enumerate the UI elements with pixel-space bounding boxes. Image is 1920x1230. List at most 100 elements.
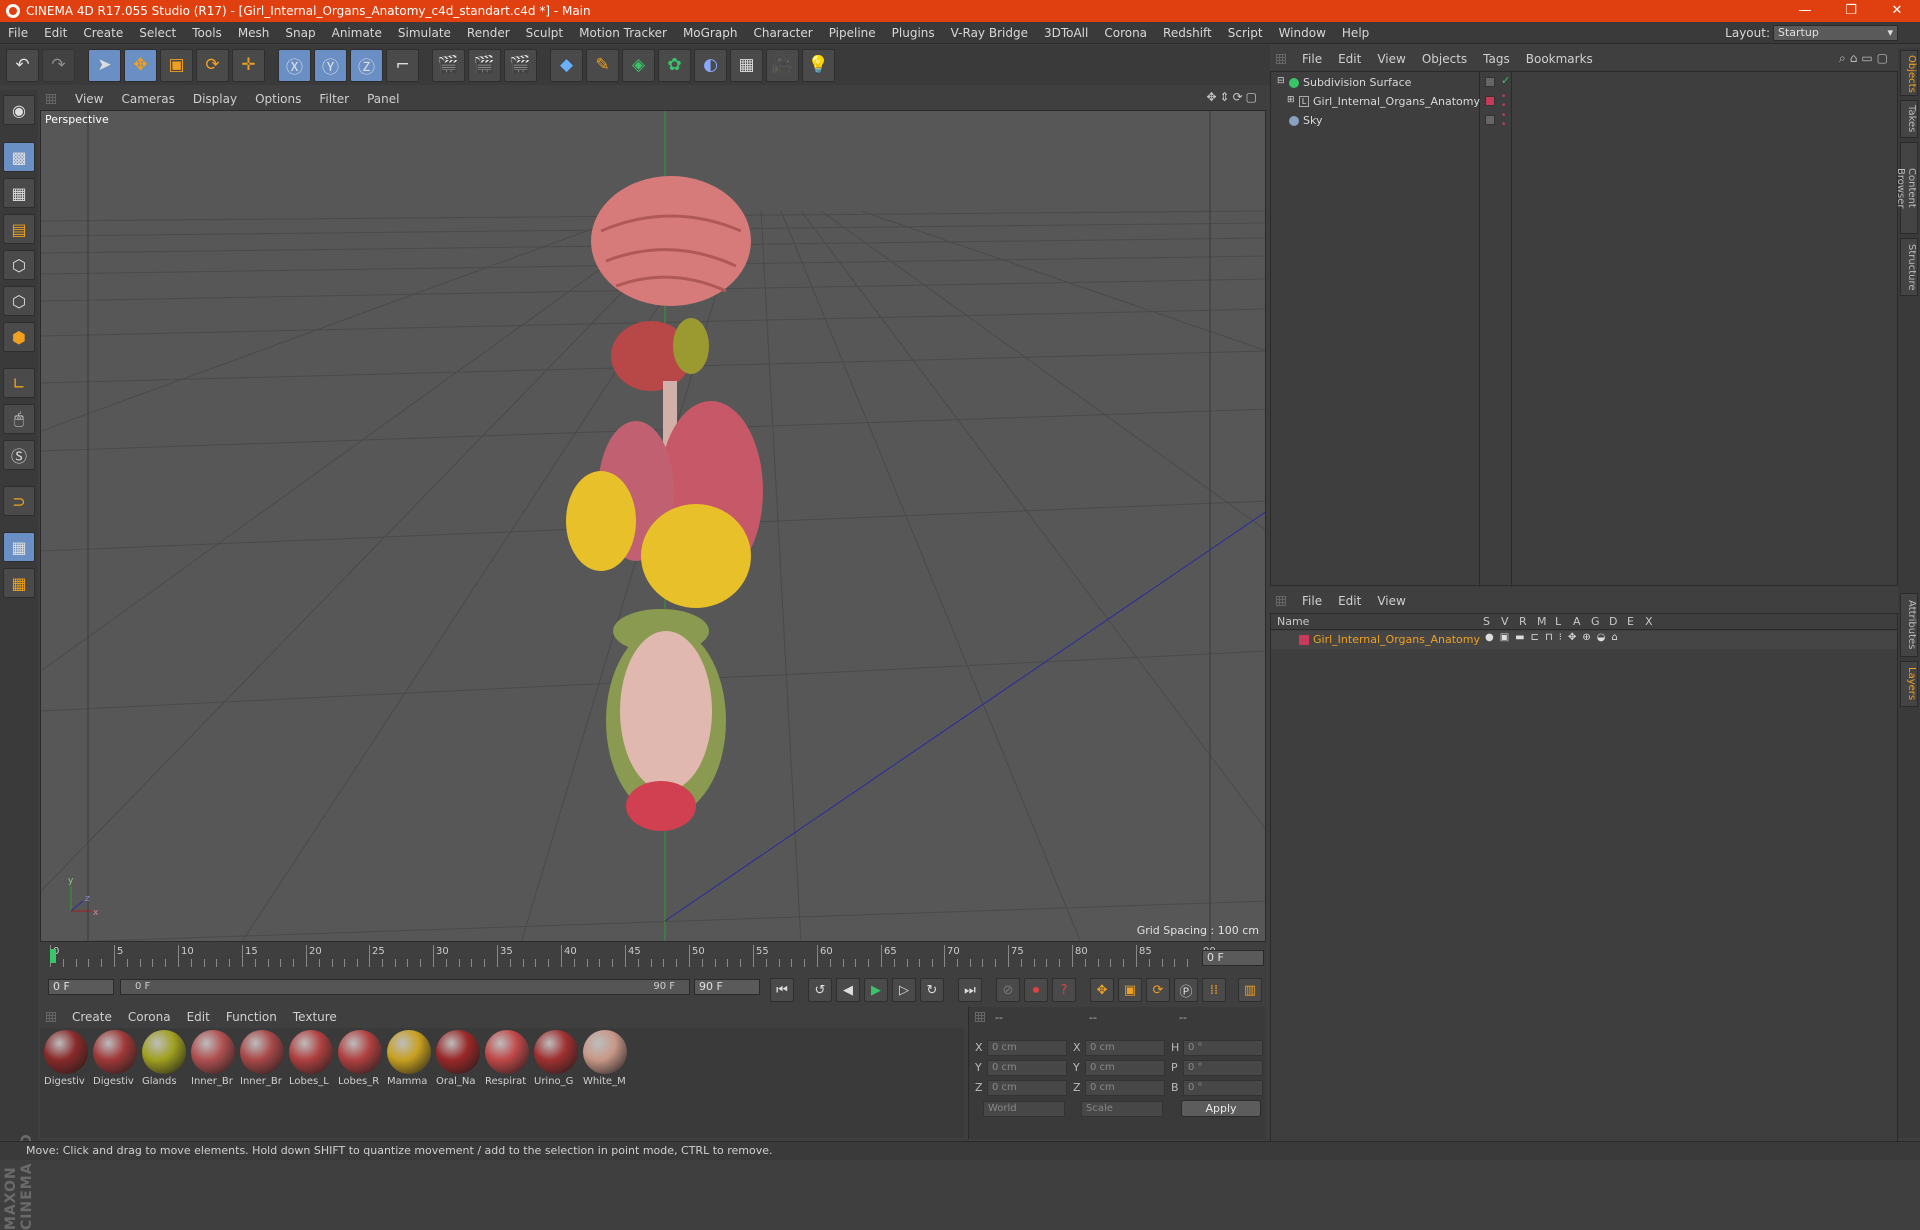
material-menu-corona[interactable]: Corona [120, 1010, 179, 1024]
menu-mograph[interactable]: MoGraph [675, 26, 746, 40]
next-key-button[interactable]: ↻ [920, 978, 944, 1002]
menu-pipeline[interactable]: Pipeline [821, 26, 884, 40]
objects-menu-tags[interactable]: Tags [1475, 52, 1518, 66]
tab-content-browser[interactable]: Content Browser [1895, 142, 1918, 234]
points-mode-button[interactable]: ⬡ [3, 250, 35, 280]
record-disabled-button[interactable]: ⊘ [996, 978, 1020, 1002]
material-thumbnail[interactable]: White_M [581, 1028, 629, 1087]
tab-objects[interactable]: Objects [1900, 50, 1918, 96]
menu-3dtoall[interactable]: 3DToAll [1036, 26, 1096, 40]
pos-y-field[interactable]: 0 cm [987, 1060, 1067, 1076]
material-thumbnail[interactable]: Inner_Br [189, 1028, 237, 1087]
menu-tools[interactable]: Tools [184, 26, 230, 40]
timeline-window-button[interactable]: ▥ [1238, 978, 1262, 1002]
key-parameter-button[interactable]: Ⓟ [1174, 978, 1198, 1002]
cloner-button[interactable]: ✿ [658, 48, 691, 82]
visibility-dots-icon[interactable]: • • [1501, 93, 1506, 111]
go-to-end-button[interactable]: ⏭ [958, 978, 982, 1002]
menu-motion-tracker[interactable]: Motion Tracker [571, 26, 675, 40]
start-frame-field[interactable]: 0 F [48, 979, 114, 995]
layer-color-swatch[interactable] [1299, 635, 1309, 645]
floor-button[interactable]: ▦ [730, 48, 763, 82]
panel-grip-icon[interactable] [975, 1012, 985, 1022]
tweak-mode-button[interactable]: 🖱 [3, 404, 35, 434]
menu-file[interactable]: File [0, 26, 36, 40]
key-scale-button[interactable]: ▣ [1118, 978, 1142, 1002]
visibility-dots-icon[interactable]: • • [1501, 112, 1506, 130]
pos-x-field[interactable]: 0 cm [987, 1040, 1067, 1056]
tab-attributes[interactable]: Attributes [1900, 593, 1918, 657]
objects-menu-bookmarks[interactable]: Bookmarks [1518, 52, 1601, 66]
planar-workplane-button[interactable]: ▦ [3, 568, 35, 598]
edges-mode-button[interactable]: ⬡ [3, 286, 35, 316]
rot-b-field[interactable]: 0 ° [1183, 1080, 1263, 1096]
layers-menu-edit[interactable]: Edit [1330, 594, 1369, 608]
material-thumbnail[interactable]: Lobes_L [287, 1028, 335, 1087]
collapse-icon[interactable]: ⊟ [1277, 76, 1285, 86]
rot-p-field[interactable]: 0 ° [1183, 1060, 1263, 1076]
menu-redshift[interactable]: Redshift [1155, 26, 1220, 40]
play-button[interactable]: ▶ [864, 978, 888, 1002]
layout-dropdown[interactable]: Startup ▾ [1773, 25, 1898, 41]
material-thumbnail[interactable]: Oral_Na [434, 1028, 482, 1087]
menu-vray-bridge[interactable]: V-Ray Bridge [943, 26, 1036, 40]
current-frame-field[interactable]: 0 F [1202, 950, 1264, 966]
menu-snap[interactable]: Snap [277, 26, 323, 40]
objects-search-nav-icons[interactable]: ⌕⌂▭▢ [1839, 51, 1892, 66]
material-menu-edit[interactable]: Edit [179, 1010, 218, 1024]
menu-create[interactable]: Create [75, 26, 131, 40]
material-menu-function[interactable]: Function [218, 1010, 285, 1024]
timeline-ruler[interactable]: 051015202530354045505560657075808590 0 F [40, 945, 1266, 975]
go-to-start-button[interactable]: ⏮ [770, 978, 794, 1002]
viewport-menu-view[interactable]: View [66, 92, 112, 106]
enabled-check-icon[interactable]: ✓ [1501, 74, 1510, 87]
polygons-mode-button[interactable]: ⬢ [3, 322, 35, 352]
material-thumbnail[interactable]: Mamma [385, 1028, 433, 1087]
menu-animate[interactable]: Animate [324, 26, 390, 40]
coordinate-space-select[interactable]: World [983, 1101, 1065, 1117]
layer-swatch-icon[interactable] [1485, 77, 1495, 87]
record-active-objects-button[interactable]: ⏺ [1024, 978, 1048, 1002]
material-thumbnail[interactable]: Glands [140, 1028, 188, 1087]
rotate-tool-button[interactable]: ⟳ [196, 48, 229, 82]
object-row-girl-organs[interactable]: ⊞ L Girl_Internal_Organs_Anatomy • • [1271, 93, 1897, 112]
end-frame-field[interactable]: 90 F [694, 979, 760, 995]
light-button[interactable]: 💡 [802, 48, 835, 82]
playhead-marker[interactable] [50, 949, 56, 963]
workplane-mode-button[interactable]: ▤ [3, 214, 35, 244]
frame-range-slider[interactable]: 0 F 90 F [120, 979, 690, 995]
viewport-menu-filter[interactable]: Filter [310, 92, 358, 106]
objects-menu-view[interactable]: View [1369, 52, 1413, 66]
menu-script[interactable]: Script [1220, 26, 1271, 40]
size-y-field[interactable]: 0 cm [1085, 1060, 1165, 1076]
material-thumbnail[interactable]: Urino_G [532, 1028, 580, 1087]
tab-takes[interactable]: Takes [1900, 100, 1918, 138]
viewport-menu-cameras[interactable]: Cameras [112, 92, 183, 106]
material-thumbnail[interactable]: Lobes_R [336, 1028, 384, 1087]
objects-menu-objects[interactable]: Objects [1414, 52, 1475, 66]
viewport-menu-panel[interactable]: Panel [358, 92, 408, 106]
objects-menu-edit[interactable]: Edit [1330, 52, 1369, 66]
minimize-button[interactable]: — [1782, 0, 1828, 22]
snap-button[interactable]: Ⓢ [3, 440, 35, 470]
camera-button[interactable]: 🎥 [766, 48, 799, 82]
move-tool-button[interactable]: ✥ [124, 48, 157, 82]
material-thumbnail[interactable]: Digestiv [42, 1028, 90, 1087]
pen-spline-button[interactable]: ✎ [586, 48, 619, 82]
make-editable-button[interactable]: ◉ [3, 95, 35, 125]
layer-flag-icons[interactable]: ●▣▬⊏⊓⁝✥⊕◒⌂ [1485, 632, 1624, 643]
panel-grip-icon[interactable] [1276, 54, 1286, 64]
menu-sculpt[interactable]: Sculpt [518, 26, 571, 40]
menu-plugins[interactable]: Plugins [884, 26, 943, 40]
menu-simulate[interactable]: Simulate [390, 26, 459, 40]
menu-edit[interactable]: Edit [36, 26, 75, 40]
restore-button[interactable]: ❐ [1828, 0, 1874, 22]
scale-tool-button[interactable]: ▣ [160, 48, 193, 82]
tab-structure[interactable]: Structure [1900, 238, 1918, 296]
axis-mode-button[interactable]: ∟ [3, 368, 35, 398]
layers-menu-view[interactable]: View [1369, 594, 1413, 608]
material-thumbnail[interactable]: Digestiv [91, 1028, 139, 1087]
pos-z-field[interactable]: 0 cm [987, 1080, 1067, 1096]
panel-grip-icon[interactable] [46, 1012, 56, 1022]
edit-render-settings-button[interactable]: 🎬 [504, 48, 537, 82]
